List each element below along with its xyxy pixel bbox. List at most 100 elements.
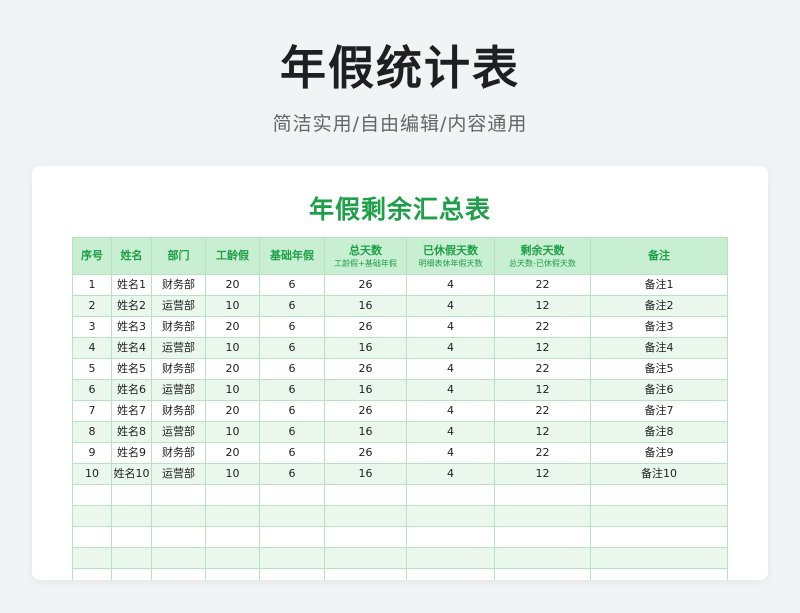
table-cell[interactable] [151,505,206,527]
table-cell[interactable]: 备注3 [590,316,728,338]
table-cell[interactable]: 22 [494,358,591,380]
table-cell[interactable]: 6 [259,295,325,317]
table-cell[interactable] [205,505,260,527]
table-cell[interactable]: 备注4 [590,337,728,359]
table-cell[interactable]: 20 [205,358,260,380]
table-cell[interactable] [406,526,495,548]
table-cell[interactable] [324,526,407,548]
table-cell[interactable]: 6 [72,379,112,401]
table-cell[interactable]: 26 [324,442,407,464]
table-cell[interactable] [111,484,152,506]
table-cell[interactable]: 12 [494,463,591,485]
table-cell[interactable]: 备注1 [590,274,728,296]
table-cell[interactable]: 9 [72,442,112,464]
table-cell[interactable] [324,568,407,580]
table-cell[interactable]: 6 [259,379,325,401]
table-cell[interactable] [151,547,206,569]
table-cell[interactable] [259,547,325,569]
table-cell[interactable] [324,547,407,569]
table-cell[interactable]: 6 [259,337,325,359]
table-cell[interactable]: 4 [406,400,495,422]
table-cell[interactable] [406,505,495,527]
table-cell[interactable]: 姓名10 [111,463,152,485]
table-cell[interactable]: 20 [205,442,260,464]
table-cell[interactable] [494,568,591,580]
table-cell[interactable] [72,568,112,580]
table-cell[interactable]: 20 [205,316,260,338]
table-cell[interactable] [494,484,591,506]
table-cell[interactable]: 6 [259,316,325,338]
table-cell[interactable]: 26 [324,274,407,296]
table-cell[interactable]: 财务部 [151,274,206,296]
table-cell[interactable]: 20 [205,274,260,296]
table-cell[interactable] [111,568,152,580]
table-cell[interactable]: 16 [324,379,407,401]
table-cell[interactable]: 22 [494,274,591,296]
table-cell[interactable]: 4 [406,274,495,296]
table-cell[interactable] [259,526,325,548]
table-cell[interactable]: 财务部 [151,400,206,422]
table-cell[interactable]: 16 [324,421,407,443]
table-cell[interactable]: 10 [205,463,260,485]
table-cell[interactable]: 姓名2 [111,295,152,317]
table-cell[interactable]: 12 [494,337,591,359]
table-cell[interactable]: 运营部 [151,379,206,401]
table-cell[interactable]: 姓名7 [111,400,152,422]
table-cell[interactable] [406,568,495,580]
table-cell[interactable]: 6 [259,358,325,380]
table-cell[interactable]: 备注6 [590,379,728,401]
table-cell[interactable]: 10 [205,379,260,401]
table-cell[interactable] [590,547,728,569]
table-cell[interactable]: 姓名9 [111,442,152,464]
table-cell[interactable] [494,547,591,569]
table-cell[interactable]: 3 [72,316,112,338]
table-cell[interactable] [151,526,206,548]
table-cell[interactable] [205,526,260,548]
table-cell[interactable]: 姓名5 [111,358,152,380]
table-cell[interactable]: 4 [406,316,495,338]
table-cell[interactable] [406,547,495,569]
table-cell[interactable]: 运营部 [151,337,206,359]
table-cell[interactable]: 10 [72,463,112,485]
table-cell[interactable]: 22 [494,316,591,338]
table-cell[interactable]: 4 [406,295,495,317]
table-cell[interactable]: 26 [324,400,407,422]
table-cell[interactable]: 4 [406,442,495,464]
table-cell[interactable]: 4 [72,337,112,359]
table-cell[interactable]: 10 [205,421,260,443]
table-cell[interactable]: 12 [494,295,591,317]
table-cell[interactable]: 26 [324,316,407,338]
table-cell[interactable]: 备注10 [590,463,728,485]
table-cell[interactable]: 6 [259,421,325,443]
table-cell[interactable]: 备注9 [590,442,728,464]
table-cell[interactable]: 财务部 [151,442,206,464]
table-cell[interactable]: 4 [406,358,495,380]
table-cell[interactable] [494,526,591,548]
table-cell[interactable]: 16 [324,337,407,359]
table-cell[interactable] [151,568,206,580]
table-cell[interactable]: 6 [259,400,325,422]
table-cell[interactable] [259,568,325,580]
table-cell[interactable]: 1 [72,274,112,296]
table-cell[interactable]: 22 [494,400,591,422]
table-cell[interactable]: 26 [324,358,407,380]
table-cell[interactable]: 财务部 [151,358,206,380]
table-cell[interactable] [72,547,112,569]
table-cell[interactable] [205,484,260,506]
table-cell[interactable]: 7 [72,400,112,422]
table-cell[interactable]: 6 [259,274,325,296]
table-cell[interactable]: 4 [406,337,495,359]
table-cell[interactable]: 6 [259,463,325,485]
table-cell[interactable] [494,505,591,527]
table-cell[interactable] [324,484,407,506]
table-cell[interactable]: 姓名8 [111,421,152,443]
table-cell[interactable]: 备注2 [590,295,728,317]
table-cell[interactable]: 姓名6 [111,379,152,401]
table-cell[interactable] [324,505,407,527]
table-cell[interactable]: 姓名4 [111,337,152,359]
table-cell[interactable]: 12 [494,379,591,401]
table-cell[interactable]: 4 [406,463,495,485]
table-cell[interactable]: 备注8 [590,421,728,443]
table-cell[interactable]: 备注7 [590,400,728,422]
table-cell[interactable]: 12 [494,421,591,443]
